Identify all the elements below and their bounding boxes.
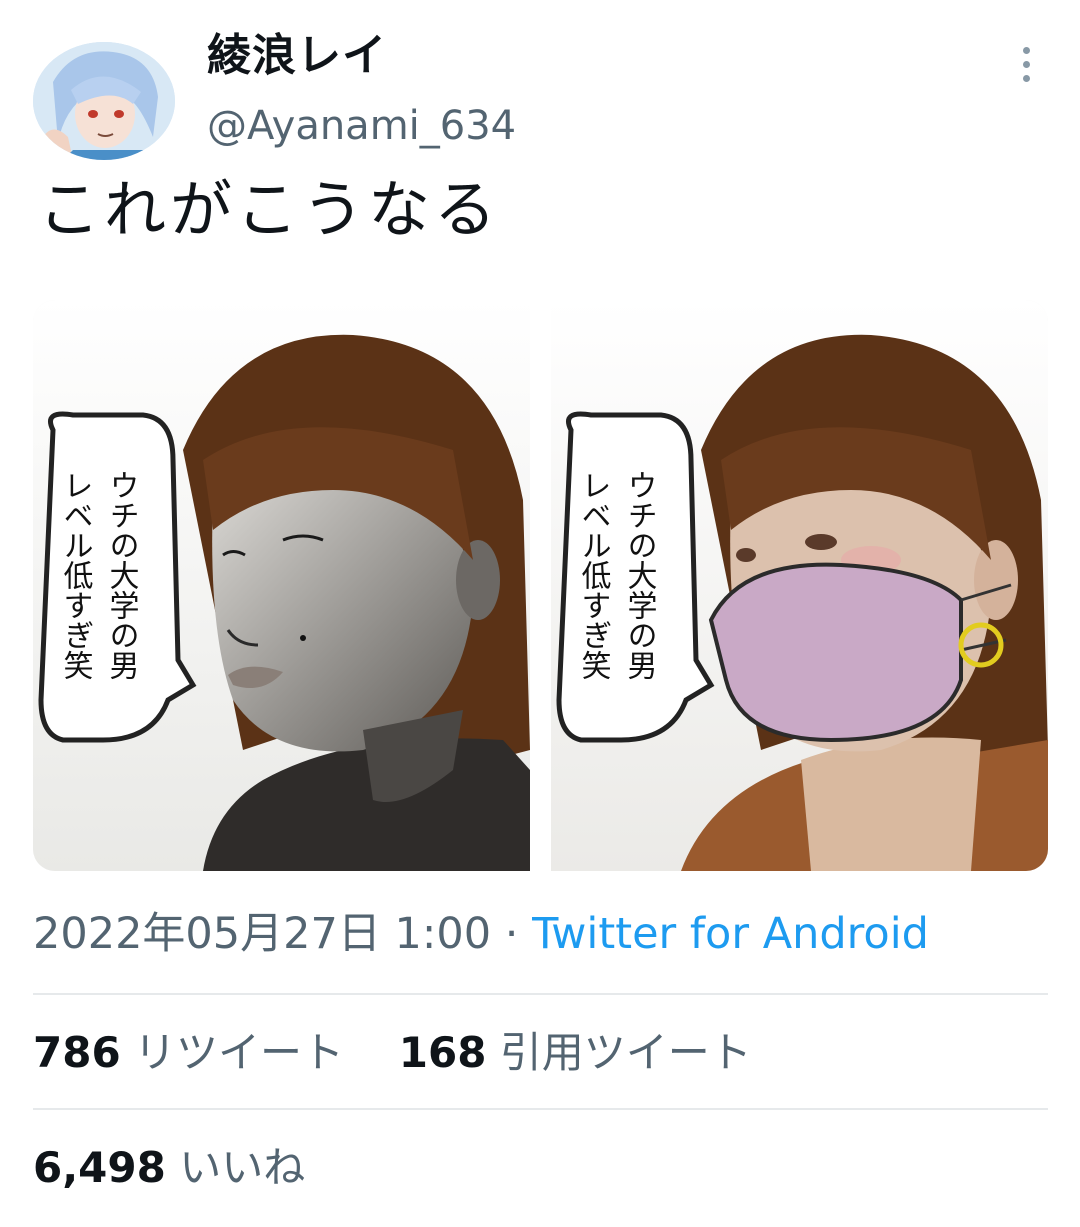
tweet-image-before[interactable]: ウチの大学の男 レベル低すぎ笑: [33, 300, 530, 871]
tweet-meta: 2022年05月27日 1:00 · Twitter for Android: [33, 906, 929, 962]
user-handle[interactable]: @Ayanami_634: [207, 100, 516, 152]
likes-stat[interactable]: 6,498 いいね: [33, 1140, 305, 1196]
source-link[interactable]: Twitter for Android: [532, 909, 929, 959]
engagement-stats: 786 リツイート 168 引用ツイート: [33, 1025, 752, 1081]
avatar[interactable]: [33, 42, 175, 160]
divider: [33, 993, 1048, 995]
timestamp[interactable]: 2022年05月27日 1:00: [33, 909, 491, 959]
retweets-stat[interactable]: 786 リツイート: [33, 1025, 344, 1081]
speech-bubble-line-2: レベル低すぎ笑: [576, 470, 612, 680]
speech-bubble-line-1: ウチの大学の男: [104, 470, 139, 680]
retweets-label: リツイート: [134, 1028, 345, 1077]
divider: [33, 1108, 1048, 1110]
more-icon[interactable]: [1010, 44, 1044, 84]
display-name[interactable]: 綾浪レイ: [207, 28, 387, 84]
tweet-image-after[interactable]: ウチの大学の男 レベル低すぎ笑: [551, 300, 1048, 871]
likes-label: いいね: [179, 1143, 306, 1192]
separator: ·: [504, 909, 519, 959]
likes-count: 6,498: [33, 1143, 166, 1192]
quotes-stat[interactable]: 168 引用ツイート: [399, 1025, 752, 1081]
speech-bubble-line-1: ウチの大学の男: [622, 470, 657, 680]
tweet-text: これがこうなる: [38, 173, 501, 246]
retweets-count: 786: [33, 1028, 121, 1077]
quotes-count: 168: [398, 1028, 487, 1077]
quotes-label: 引用ツイート: [499, 1028, 752, 1077]
speech-bubble-line-2: レベル低すぎ笑: [58, 470, 94, 680]
avatar-image: [33, 42, 175, 160]
